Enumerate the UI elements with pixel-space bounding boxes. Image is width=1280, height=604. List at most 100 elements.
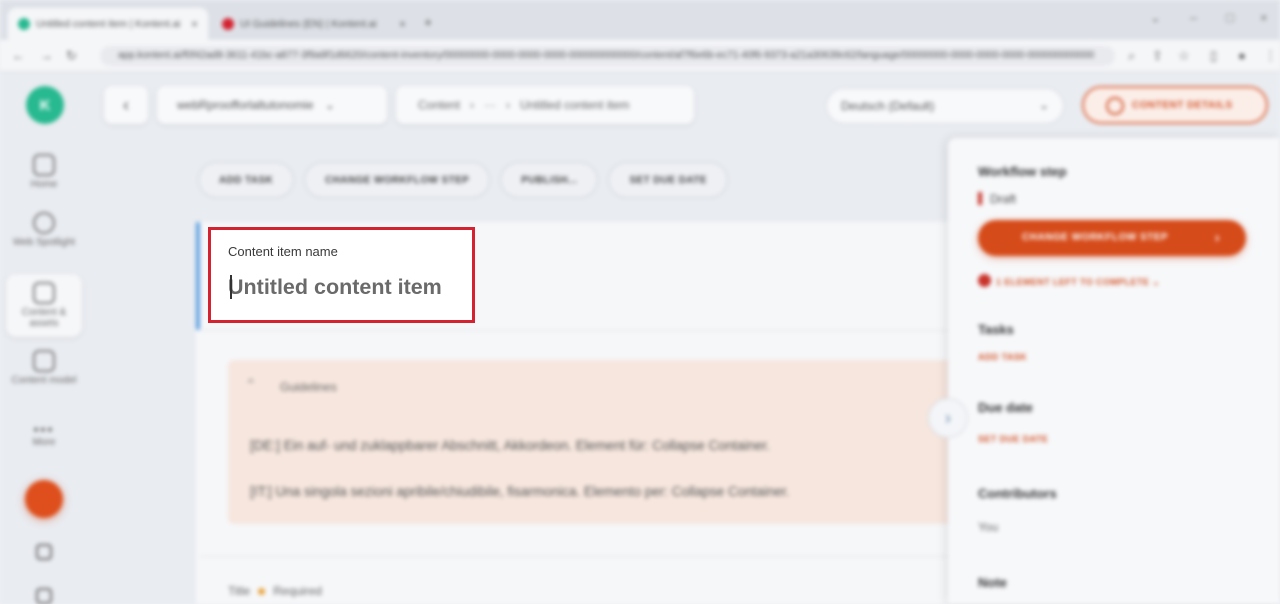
url-field[interactable]: app.kontent.ai/f0f42ad8-3611-41bc-a877-3… [100, 46, 1115, 66]
blurred-background: Untitled content item | Kontent.ai × UI … [0, 0, 1280, 604]
add-task-button[interactable]: ADD TASK [198, 162, 295, 198]
favicon-icon [222, 18, 234, 30]
browser-tab-bar: Untitled content item | Kontent.ai × UI … [0, 0, 1280, 40]
breadcrumb-item: Untitled content item [520, 98, 630, 112]
change-workflow-step-primary-button[interactable]: CHANGE WORKFLOW STEP › [978, 220, 1246, 256]
rail-item-more[interactable]: ••• More [6, 421, 82, 449]
content-item-name-field: Content item name [208, 227, 475, 323]
required-dot-icon [258, 587, 266, 595]
language-selector[interactable]: Deutsch (Default) ⌄ [826, 88, 1064, 124]
forward-icon[interactable]: → [40, 48, 53, 63]
breadcrumb-item[interactable]: ··· [484, 98, 496, 112]
change-workflow-step-button[interactable]: CHANGE WORKFLOW STEP [304, 162, 491, 198]
title-field-header: Title Required [228, 584, 322, 598]
breadcrumb-separator: › [506, 98, 511, 112]
rail-item-web-spotlight[interactable]: Web Spotlight [6, 212, 82, 248]
rail-label: More [32, 437, 56, 449]
notification-icon[interactable] [36, 588, 52, 604]
browser-address-bar: ← → ↻ app.kontent.ai/f0f42ad8-3611-41bc-… [0, 40, 1280, 72]
card-accent [196, 222, 200, 330]
chevron-down-icon: ⌄ [1038, 98, 1049, 112]
info-icon [1106, 97, 1124, 115]
note-heading: Note [978, 575, 1007, 590]
guidelines-title[interactable]: Guidelines [280, 380, 337, 394]
required-label: Required [273, 584, 322, 598]
back-icon[interactable]: ← [12, 48, 25, 63]
tab-title: Untitled content item | Kontent.ai [36, 18, 181, 30]
button-label: CHANGE WORKFLOW STEP [1022, 232, 1169, 243]
action-bar: ADD TASK CHANGE WORKFLOW STEP PUBLISH...… [198, 162, 728, 198]
rail-label: Web Spotlight [12, 237, 76, 248]
window-close-icon[interactable]: × [1260, 10, 1268, 25]
back-button[interactable]: ‹ [104, 86, 148, 124]
set-due-date-link[interactable]: SET DUE DATE [978, 434, 1048, 444]
content-item-name-input[interactable] [228, 270, 468, 304]
zoom-icon[interactable]: ⌕ [1128, 48, 1135, 64]
text-caret [230, 275, 232, 299]
project-selector[interactable]: webRproofforlaltutonomie ⌄ [157, 86, 387, 124]
rail-item-content-model[interactable]: Content model [6, 350, 82, 386]
language-value: Deutsch (Default) [841, 99, 935, 113]
rail-item-content-assets[interactable]: Content & assets [6, 274, 82, 337]
guidelines-line: [IT:] Una singola sezioni apribile/chiud… [250, 484, 790, 499]
workflow-step: Draft [990, 192, 1017, 206]
chevron-down-icon: ⌄ [324, 98, 335, 112]
due-date-heading: Due date [978, 400, 1033, 415]
workflow-heading: Workflow step [978, 164, 1067, 179]
panel-collapse-icon[interactable]: › [928, 398, 968, 438]
profile-icon[interactable]: ● [1238, 48, 1246, 63]
bookmark-icon[interactable]: ☆ [1178, 48, 1190, 64]
app-area: K Home Web Spotlight Content & assets Co… [0, 72, 1280, 604]
collapse-caret-icon[interactable]: ^ [248, 376, 254, 390]
tab-title: UI Guidelines (EN) | Kontent.ai [240, 18, 377, 30]
content-item-name-label: Content item name [228, 244, 338, 259]
chevron-down-icon[interactable]: ⌄ [1150, 10, 1161, 26]
field-label: Title [228, 584, 251, 598]
favicon-icon [18, 18, 30, 30]
model-icon [33, 350, 55, 372]
breadcrumb-separator: › [470, 98, 475, 112]
globe-icon [33, 212, 55, 234]
home-icon [33, 154, 55, 176]
close-icon[interactable]: × [399, 17, 406, 31]
guidelines-line: [DE:] Ein auf- und zuklappbarer Abschnit… [250, 438, 771, 453]
breadcrumb-item[interactable]: Content [418, 98, 460, 112]
sidebar-icon[interactable]: ▯ [1210, 48, 1217, 64]
share-icon[interactable]: ⇪ [1152, 48, 1163, 64]
button-label: CONTENT DETAILS [1132, 100, 1233, 111]
divider [200, 556, 956, 557]
browser-tab[interactable]: UI Guidelines (EN) | Kontent.ai × [212, 8, 416, 40]
content-details-panel [948, 138, 1280, 604]
more-icon: ••• [33, 421, 55, 437]
breadcrumb: Content › ··· › Untitled content item [396, 86, 694, 124]
rail-label: Content model [11, 375, 77, 386]
project-name: webRproofforlaltutonomie [177, 98, 314, 112]
new-tab-icon[interactable]: + [424, 14, 432, 30]
warning-icon [978, 274, 991, 287]
content-icon [33, 282, 55, 304]
elements-left-link[interactable]: 1 ELEMENT LEFT TO COMPLETE ⌄ [996, 277, 1160, 288]
set-due-date-button[interactable]: SET DUE DATE [608, 162, 728, 198]
publish-button[interactable]: PUBLISH... [500, 162, 599, 198]
chat-icon[interactable] [36, 544, 52, 560]
nav-rail: K Home Web Spotlight Content & assets Co… [0, 72, 88, 604]
create-button[interactable] [25, 480, 63, 518]
menu-icon[interactable]: ⋮ [1264, 48, 1277, 64]
reload-icon[interactable]: ↻ [66, 48, 77, 64]
minimize-icon[interactable]: – [1190, 10, 1197, 25]
workflow-color-mark [978, 192, 982, 205]
browser-tab-active[interactable]: Untitled content item | Kontent.ai × [8, 8, 208, 40]
contributors-heading: Contributors [978, 486, 1057, 501]
maximize-icon[interactable]: □ [1226, 10, 1234, 25]
divider [200, 330, 956, 331]
rail-label: Content & assets [21, 307, 67, 329]
close-icon[interactable]: × [191, 17, 198, 31]
contributor-name: You [978, 520, 999, 534]
content-details-button[interactable]: CONTENT DETAILS [1082, 86, 1268, 124]
rail-item-home[interactable]: Home [6, 154, 82, 190]
chevron-right-icon: › [1214, 229, 1220, 245]
rail-label: Home [30, 179, 58, 190]
add-task-link[interactable]: ADD TASK [978, 352, 1027, 362]
tasks-heading: Tasks [978, 322, 1014, 337]
logo[interactable]: K [26, 86, 64, 124]
